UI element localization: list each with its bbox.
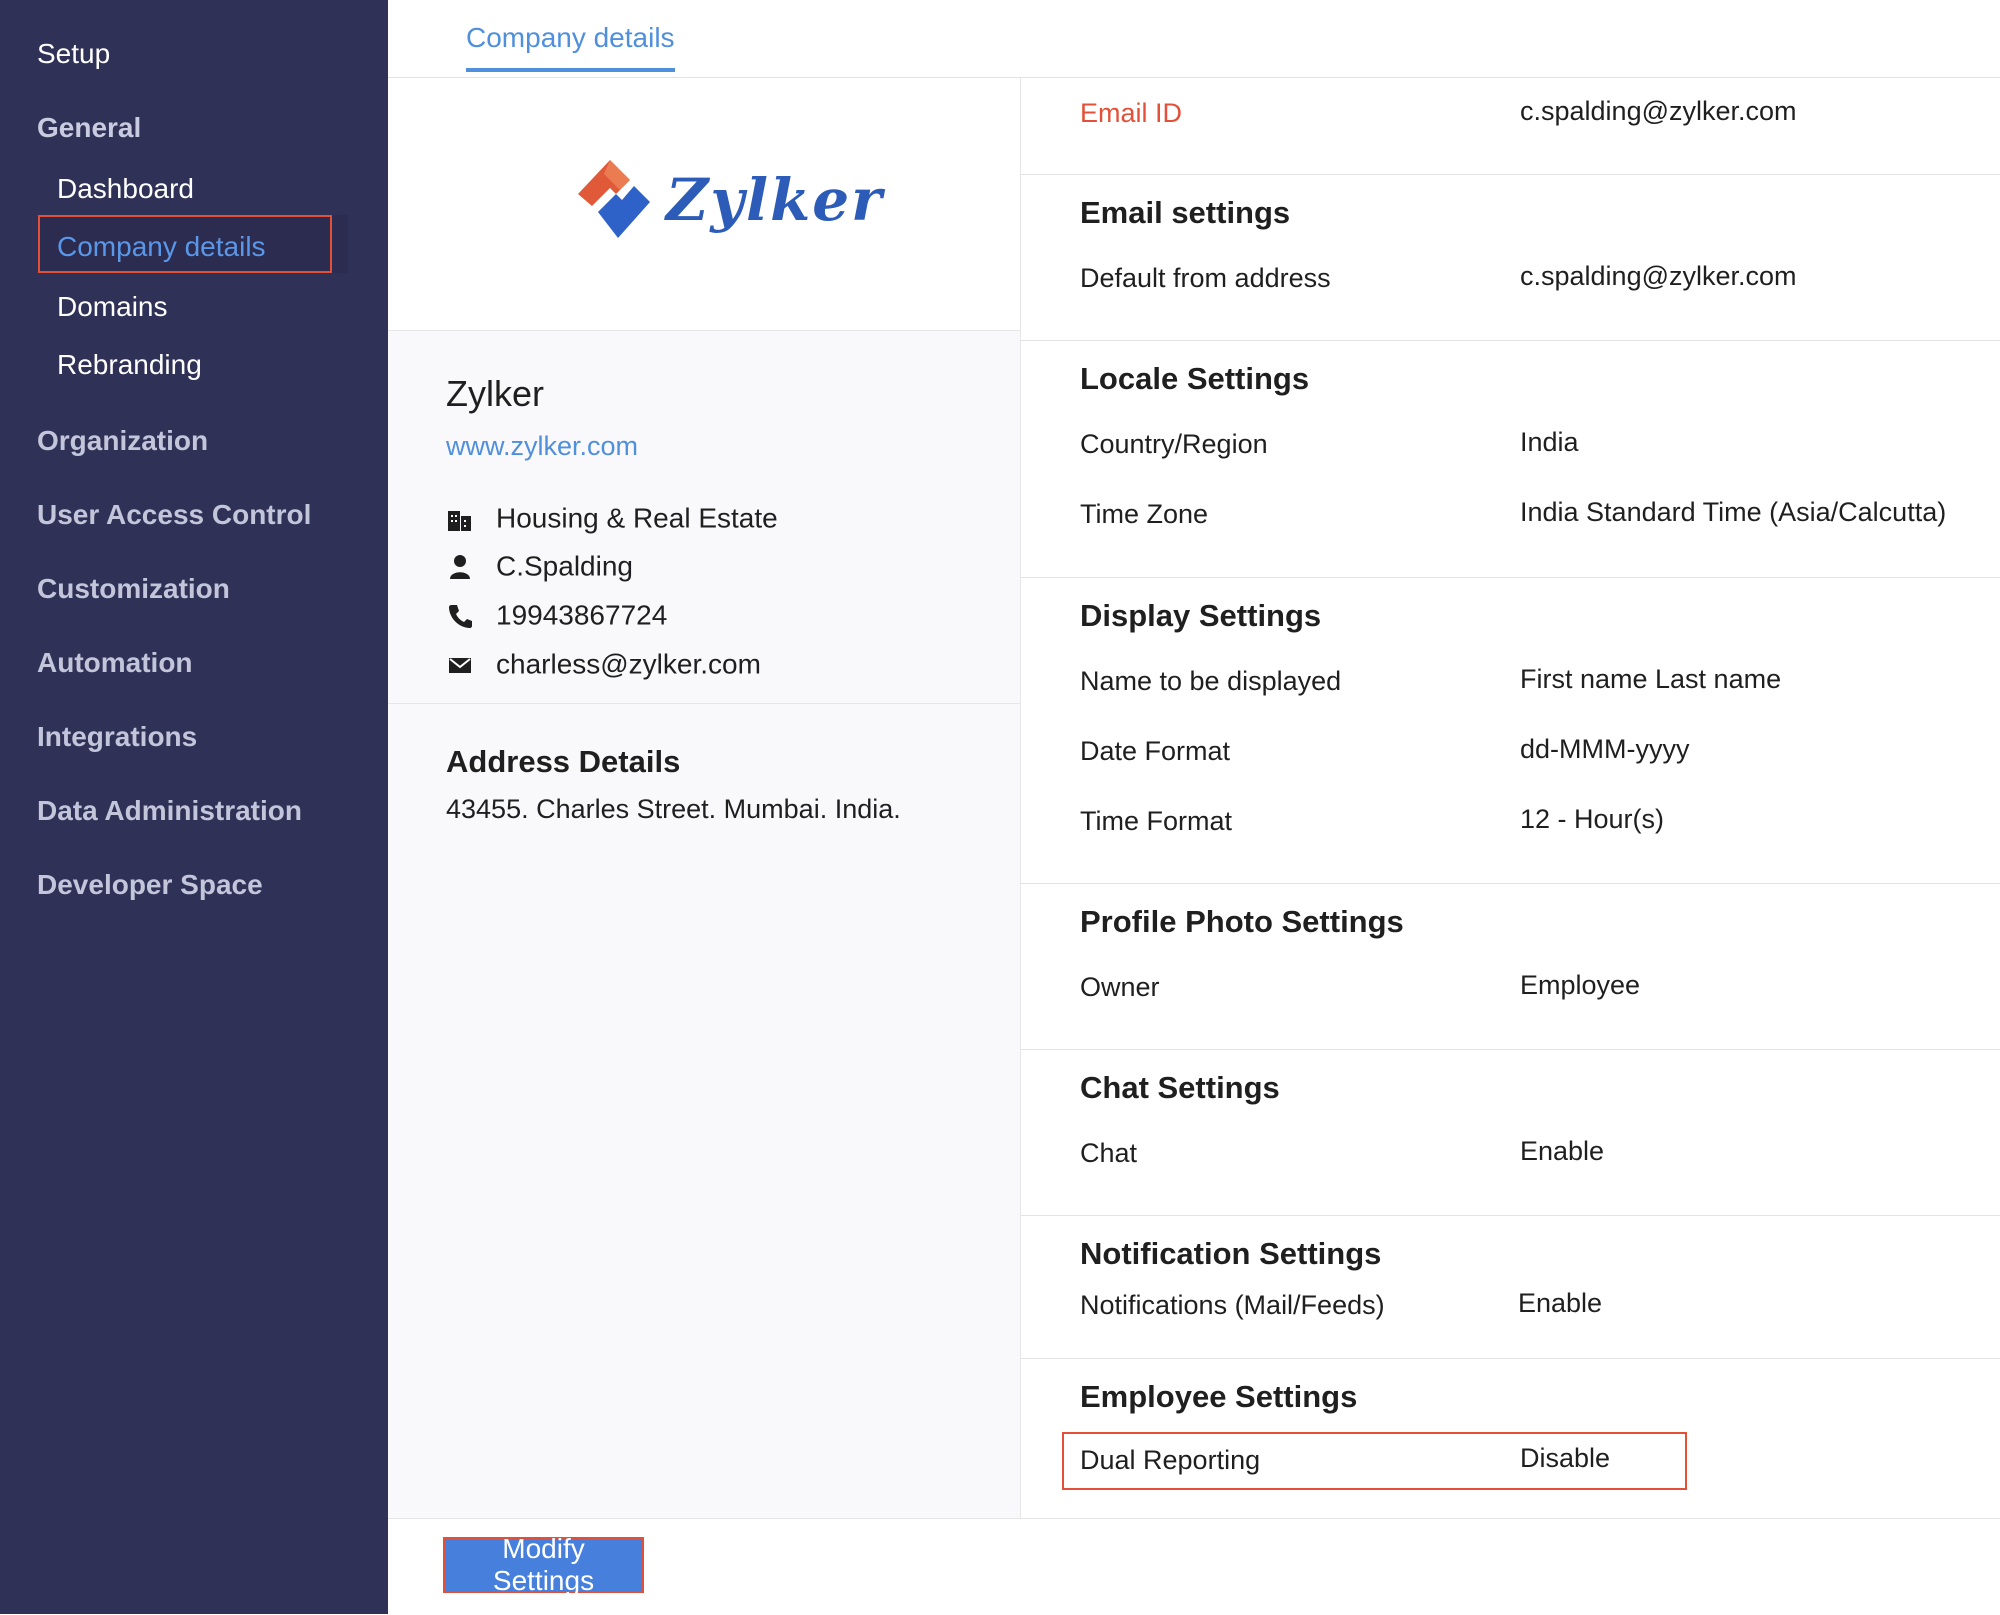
modify-settings-button[interactable]: Modify Settings [443, 1533, 644, 1596]
sidebar-group-data-administration[interactable]: Data Administration [37, 795, 302, 827]
email-id-section: Email ID c.spalding@zylker.com [1021, 78, 2000, 175]
contact-email: charless@zylker.com [496, 648, 761, 680]
sidebar-group-automation[interactable]: Automation [37, 647, 193, 679]
building-icon [446, 505, 486, 533]
time-format-label: Time Format [1080, 806, 1233, 836]
notifications-label: Notifications (Mail/Feeds) [1080, 1290, 1385, 1320]
company-website-link[interactable]: www.zylker.com [446, 431, 638, 462]
address-title: Address Details [446, 744, 681, 779]
logo-wordmark: Zylker [666, 166, 884, 234]
owner-value: Employee [1520, 970, 1641, 1000]
country-region-label: Country/Region [1080, 429, 1268, 459]
sidebar-item-dashboard[interactable]: Dashboard [57, 173, 194, 205]
date-format-value: dd-MMM-yyyy [1520, 734, 1690, 764]
sidebar-group-customization[interactable]: Customization [37, 573, 230, 605]
sidebar-group-general[interactable]: General [37, 112, 141, 144]
sidebar-group-user-access-control[interactable]: User Access Control [37, 499, 311, 531]
default-from-address-label: Default from address [1080, 263, 1331, 293]
tab-bar: Company details [388, 0, 2000, 78]
selection-strip [332, 215, 348, 273]
sidebar-group-developer-space[interactable]: Developer Space [37, 869, 263, 901]
person-icon [446, 553, 486, 581]
name-displayed-value: First name Last name [1520, 664, 1782, 694]
sidebar-group-organization[interactable]: Organization [37, 425, 208, 457]
chat-settings-section: Chat Settings Chat Enable [1021, 1050, 2000, 1216]
chat-value: Enable [1520, 1136, 1605, 1166]
envelope-icon [446, 651, 486, 679]
address-text: 43455. Charles Street. Mumbai. India. [446, 794, 901, 824]
name-displayed-label: Name to be displayed [1080, 666, 1342, 696]
email-settings-title: Email settings [1080, 195, 1291, 230]
sidebar-group-integrations[interactable]: Integrations [37, 721, 197, 753]
company-name: Zylker [446, 373, 544, 414]
notification-settings-title: Notification Settings [1080, 1236, 1382, 1271]
employee-settings-title: Employee Settings [1080, 1379, 1358, 1414]
notification-settings-section: Notification Settings Notifications (Mai… [1021, 1216, 2000, 1359]
notifications-value: Enable [1518, 1288, 1603, 1318]
employee-settings-section: Employee Settings Dual Reporting Disable [1021, 1359, 2000, 1518]
industry-row: Housing & Real Estate [446, 501, 778, 535]
display-settings-section: Display Settings Name to be displayed Fi… [1021, 578, 2000, 884]
footer-bar: Modify Settings [388, 1518, 2000, 1615]
tab-company-details[interactable]: Company details [466, 22, 675, 72]
company-profile-panel: Zylker Zylker www.zylker.com Housing & R… [388, 78, 1021, 1518]
phone-icon [446, 602, 486, 630]
owner-label: Owner [1080, 972, 1160, 1002]
zylker-logo-mark-icon [578, 160, 650, 238]
sidebar-item-company-details[interactable]: Company details [57, 231, 266, 263]
locale-settings-section: Locale Settings Country/Region India Tim… [1021, 341, 2000, 578]
sidebar-item-domains[interactable]: Domains [57, 291, 167, 323]
email-settings-section: Email settings Default from address c.sp… [1021, 175, 2000, 341]
phone-row: 19943867724 [446, 598, 667, 632]
email-id-value: c.spalding@zylker.com [1520, 96, 1797, 126]
logo-area: Zylker [388, 78, 1020, 331]
sidebar: Setup General Dashboard Company details … [0, 0, 388, 1614]
sidebar-item-rebranding[interactable]: Rebranding [57, 349, 202, 381]
display-settings-title: Display Settings [1080, 598, 1322, 633]
country-region-value: India [1520, 427, 1579, 457]
time-zone-label: Time Zone [1080, 499, 1209, 529]
dual-reporting-value: Disable [1520, 1443, 1611, 1473]
chat-settings-title: Chat Settings [1080, 1070, 1280, 1105]
settings-panel: Email ID c.spalding@zylker.com Email set… [1021, 78, 2000, 1518]
company-logo: Zylker [558, 146, 882, 256]
contact-name: C.Spalding [496, 550, 633, 582]
email-row: charless@zylker.com [446, 647, 761, 681]
phone-number: 19943867724 [496, 599, 668, 631]
industry-text: Housing & Real Estate [496, 502, 778, 534]
chat-label: Chat [1080, 1138, 1138, 1168]
email-id-label: Email ID [1080, 98, 1183, 128]
contact-row: C.Spalding [446, 549, 633, 583]
locale-settings-title: Locale Settings [1080, 361, 1310, 396]
profile-photo-settings-section: Profile Photo Settings Owner Employee [1021, 884, 2000, 1050]
profile-photo-settings-title: Profile Photo Settings [1080, 904, 1404, 939]
time-format-value: 12 - Hour(s) [1520, 804, 1665, 834]
dual-reporting-label: Dual Reporting [1080, 1445, 1261, 1475]
default-from-address-value: c.spalding@zylker.com [1520, 261, 1797, 291]
sidebar-title: Setup [37, 38, 111, 69]
time-zone-value: India Standard Time (Asia/Calcutta) [1520, 497, 1947, 527]
date-format-label: Date Format [1080, 736, 1231, 766]
company-info: Zylker www.zylker.com Housing & Real Est… [388, 331, 1020, 704]
